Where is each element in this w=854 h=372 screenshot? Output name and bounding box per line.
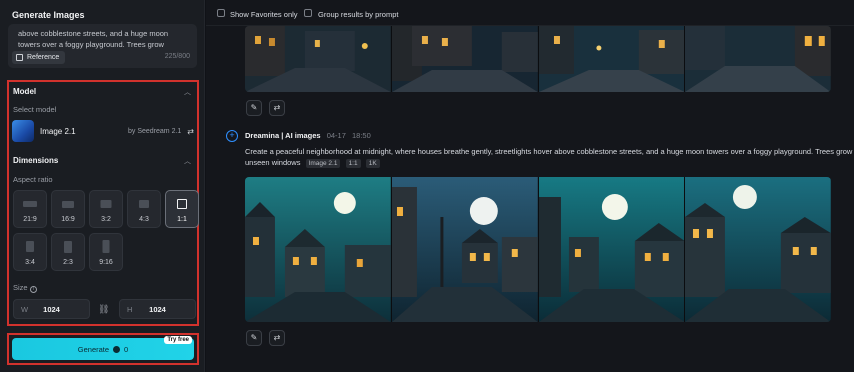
group-by-prompt-label: Group results by prompt — [318, 10, 399, 19]
ratio-shape — [139, 200, 149, 208]
refresh-icon[interactable]: ⇄ — [269, 330, 285, 346]
sliders-icon[interactable]: ⇄ — [187, 127, 194, 136]
ratio-label: 3:2 — [101, 216, 111, 223]
model-heading: Model — [13, 87, 37, 96]
select-model-label: Select model — [13, 105, 57, 114]
generation-header: Dreamina | AI images 04-17 18:50 — [245, 131, 371, 140]
ratio-shape — [100, 200, 112, 208]
width-value: 1024 — [43, 305, 60, 314]
coin-icon — [113, 345, 121, 353]
app-window: Generate Images above cobblestone street… — [0, 0, 854, 372]
char-count: 225/800 — [164, 53, 190, 60]
generation-date: 04-17 — [326, 131, 346, 140]
generation-author: Dreamina | AI images — [245, 131, 321, 140]
chevron-up-icon[interactable]: ︿ — [184, 87, 191, 97]
generation-time: 18:50 — [351, 131, 371, 140]
ratio-label: 1:1 — [177, 216, 187, 223]
generated-image[interactable] — [245, 26, 392, 92]
ratio-3-2[interactable]: 3:2 — [89, 190, 123, 228]
show-favorites-label: Show Favorites only — [230, 10, 298, 19]
show-favorites-checkbox[interactable] — [217, 9, 225, 17]
ratio-tag: 1:1 — [345, 159, 361, 168]
generation-panel: Generate Images above cobblestone street… — [0, 0, 205, 372]
previous-image-strip — [245, 26, 831, 92]
generate-button[interactable]: Generate 0 Try free — [12, 336, 194, 360]
size-label: Size i — [13, 283, 37, 293]
width-input[interactable]: W 1024 — [13, 299, 90, 319]
size-label-text: Size — [13, 283, 28, 292]
aspect-ratio-label: Aspect ratio — [13, 175, 53, 184]
model-provider: by Seedream 2.1 — [127, 127, 182, 135]
generated-image-strip — [245, 177, 831, 322]
generate-label: Generate — [77, 344, 110, 354]
settings-highlight: Model ︿ Select model Image 2.1 by Seedre… — [7, 80, 199, 326]
credit-count: 0 — [124, 344, 129, 354]
ratio-label: 16:9 — [61, 216, 75, 223]
results-panel: Show Favorites only Group results by pro… — [206, 0, 854, 372]
plus-circle-icon[interactable]: + — [226, 130, 238, 142]
ratio-2-3[interactable]: 2:3 — [51, 233, 85, 271]
ratio-21-9[interactable]: 21:9 — [13, 190, 47, 228]
chevron-up-icon[interactable]: ︿ — [184, 156, 191, 166]
group-by-prompt-checkbox[interactable] — [304, 9, 312, 17]
height-value: 1024 — [149, 305, 166, 314]
ratio-label: 3:4 — [25, 259, 35, 266]
ratio-1-1[interactable]: 1:1 — [165, 190, 199, 228]
link-icon[interactable]: ⛓ — [98, 304, 109, 315]
ratio-label: 21:9 — [23, 216, 37, 223]
reference-label: Reference — [27, 54, 60, 61]
ratio-shape — [102, 240, 110, 253]
generation-prompt: Create a peaceful neighborhood at midnig… — [245, 146, 854, 168]
generated-image[interactable] — [391, 177, 539, 322]
ratio-shape — [26, 241, 34, 252]
ratio-shape — [177, 199, 187, 209]
ratio-shape — [23, 201, 37, 207]
generated-image[interactable] — [685, 177, 831, 322]
pencil-icon[interactable]: ✎ — [246, 330, 262, 346]
generate-highlight: Generate 0 Try free — [7, 333, 199, 365]
dimensions-heading: Dimensions — [13, 156, 59, 165]
model-select[interactable]: Image 2.1 by Seedream 2.1 ⇄ — [12, 118, 196, 144]
ratio-3-4[interactable]: 3:4 — [13, 233, 47, 271]
generated-image[interactable] — [538, 177, 686, 322]
reference-button[interactable]: Reference — [12, 51, 66, 64]
height-input[interactable]: H 1024 — [119, 299, 196, 319]
ratio-label: 2:3 — [63, 259, 73, 266]
panel-title: Generate Images — [12, 10, 85, 20]
image-icon — [16, 54, 23, 61]
model-name: Image 2.1 — [40, 126, 76, 136]
prompt-text: above cobblestone streets, and a huge mo… — [18, 29, 169, 49]
generated-image[interactable] — [685, 26, 831, 92]
model-thumbnail — [12, 120, 34, 142]
pencil-icon[interactable]: ✎ — [246, 100, 262, 116]
refresh-icon[interactable]: ⇄ — [269, 100, 285, 116]
info-icon[interactable]: i — [29, 286, 37, 293]
model-tag: Image 2.1 — [305, 159, 341, 168]
ratio-9-16[interactable]: 9:16 — [89, 233, 123, 271]
ratio-4-3[interactable]: 4:3 — [127, 190, 161, 228]
resolution-tag: 1K — [365, 159, 380, 168]
generated-image[interactable] — [538, 26, 686, 92]
results-toolbar: Show Favorites only Group results by pro… — [206, 0, 854, 26]
ratio-shape — [62, 201, 74, 208]
ratio-label: 4:3 — [139, 216, 149, 223]
ratio-16-9[interactable]: 16:9 — [51, 190, 85, 228]
ratio-shape — [64, 241, 72, 253]
try-free-badge: Try free — [164, 336, 192, 344]
ratio-label: 9:16 — [99, 259, 113, 266]
generated-image[interactable] — [245, 177, 392, 322]
generated-image[interactable] — [391, 26, 539, 92]
